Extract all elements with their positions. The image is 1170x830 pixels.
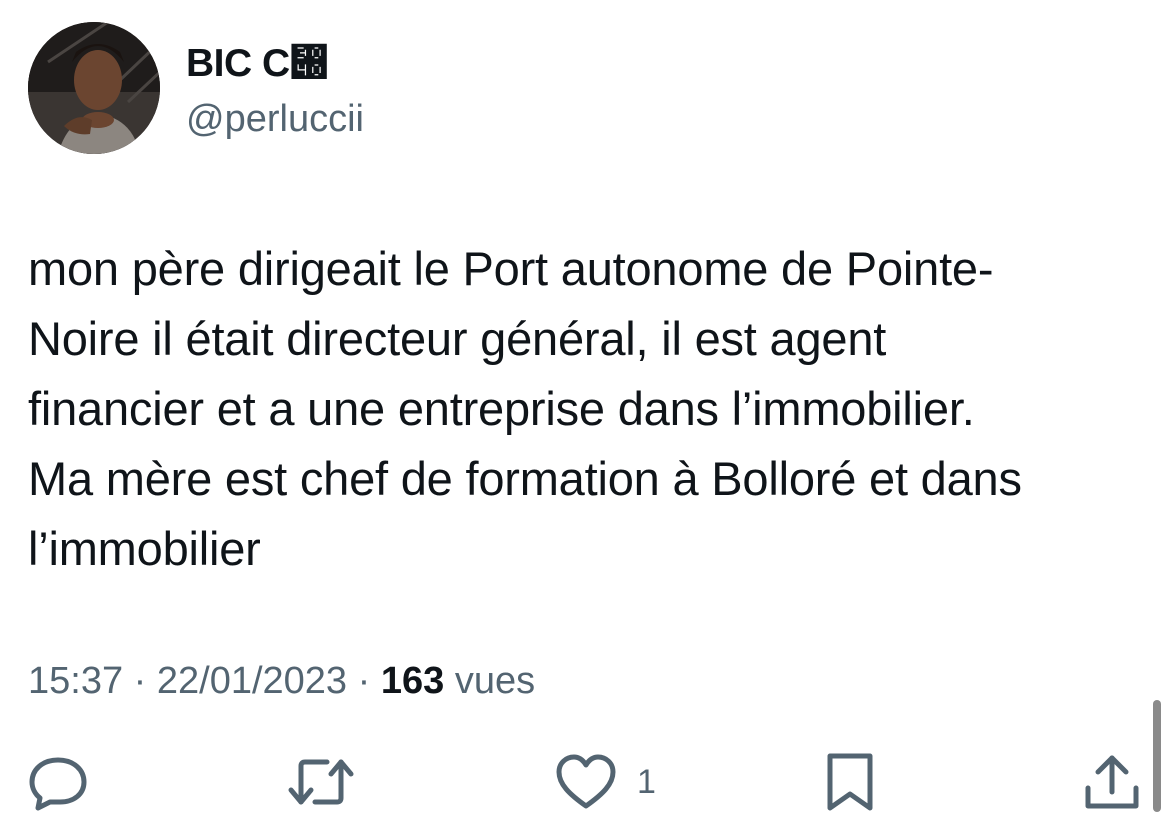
meta-separator: ·: [347, 660, 381, 702]
reply-button[interactable]: [28, 752, 88, 812]
tweet-date[interactable]: 22/01/2023: [157, 660, 347, 702]
avatar[interactable]: [28, 22, 160, 154]
scrollbar[interactable]: [1153, 700, 1161, 812]
tweet-meta: 15:37 · 22/01/2023 · 163 vues: [28, 656, 535, 706]
views-label: vues: [454, 660, 536, 702]
retweet-button[interactable]: [287, 752, 355, 812]
avatar-image: [28, 22, 160, 154]
tweet-time[interactable]: 15:37: [28, 660, 123, 702]
tweet-text-line: Ma mère est chef de formation à Bolloré …: [28, 452, 1022, 505]
tweet-text-line: financier et a une entreprise dans l’imm…: [28, 382, 975, 435]
bookmark-button[interactable]: [824, 752, 876, 812]
author-handle[interactable]: @perluccii: [186, 96, 364, 142]
tweet-text-line: mon père dirigeait le Port autonome de P…: [28, 242, 994, 295]
reply-icon: [29, 757, 87, 811]
tweet-text-line: Noire il était directeur général, il est…: [28, 312, 887, 365]
heart-icon: [556, 754, 616, 809]
author-display-name[interactable]: BIC C぀: [186, 40, 329, 88]
tweet-text-line: l’immobilier: [28, 522, 261, 575]
meta-separator: ·: [123, 660, 157, 702]
share-button[interactable]: [1084, 752, 1140, 812]
like-count: 1: [637, 763, 656, 801]
retweet-icon: [288, 759, 354, 805]
tweet-text: mon père dirigeait le Port autonome de P…: [28, 234, 1138, 584]
bookmark-icon: [827, 753, 873, 811]
share-icon: [1085, 755, 1139, 809]
views-count: 163: [380, 660, 445, 702]
like-button[interactable]: 1: [555, 752, 656, 812]
